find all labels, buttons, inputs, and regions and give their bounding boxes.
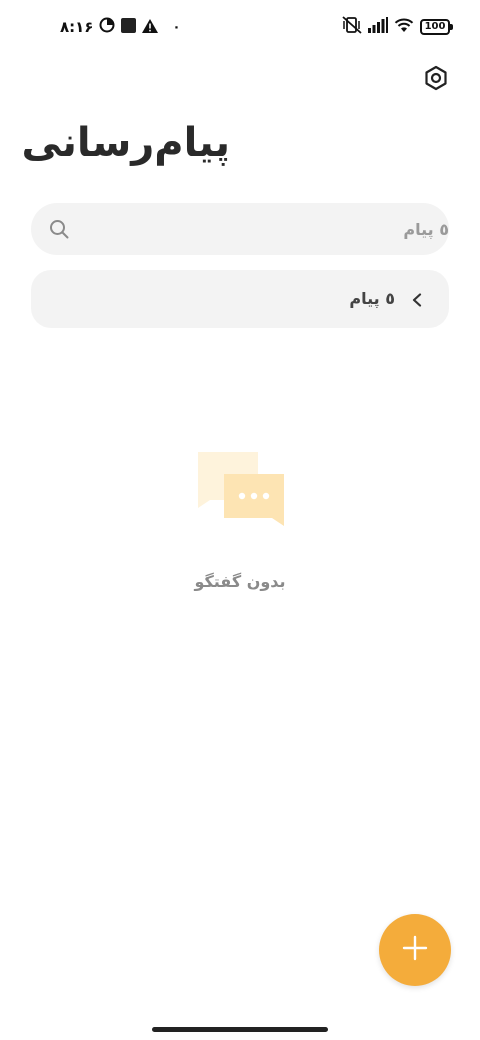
status-bar: ۸:۱۶ ٠ 100: [0, 0, 480, 54]
status-bar-left: ۸:۱۶ ٠: [60, 15, 180, 39]
wifi-icon: [394, 17, 414, 37]
page-title: پیام‌رسانی: [21, 120, 230, 166]
home-indicator[interactable]: [152, 1027, 328, 1032]
signal-icon: [368, 17, 388, 37]
vibrate-off-icon: [342, 16, 362, 38]
messages-row-label: ٥ پیام: [349, 289, 395, 308]
battery-icon: 100: [420, 19, 453, 35]
data-saver-icon: [99, 17, 115, 37]
search-bar[interactable]: [31, 203, 449, 255]
messages-row[interactable]: ٥ پیام: [31, 270, 449, 328]
settings-button[interactable]: [420, 64, 452, 96]
new-conversation-button[interactable]: [379, 914, 451, 986]
chevron-left-icon: [411, 292, 423, 307]
empty-chat-illustration: [196, 450, 286, 530]
search-input[interactable]: [89, 203, 449, 255]
status-time: ۸:۱۶: [60, 18, 94, 36]
status-dot: ٠: [172, 19, 181, 35]
empty-state-text: بدون گفتگو: [194, 572, 286, 591]
plus-icon: [401, 934, 429, 966]
status-bar-right: 100: [342, 15, 453, 39]
gear-icon: [423, 65, 449, 95]
app-notification-icon: [121, 17, 137, 37]
search-icon: [49, 219, 69, 239]
warning-icon: [142, 18, 159, 37]
